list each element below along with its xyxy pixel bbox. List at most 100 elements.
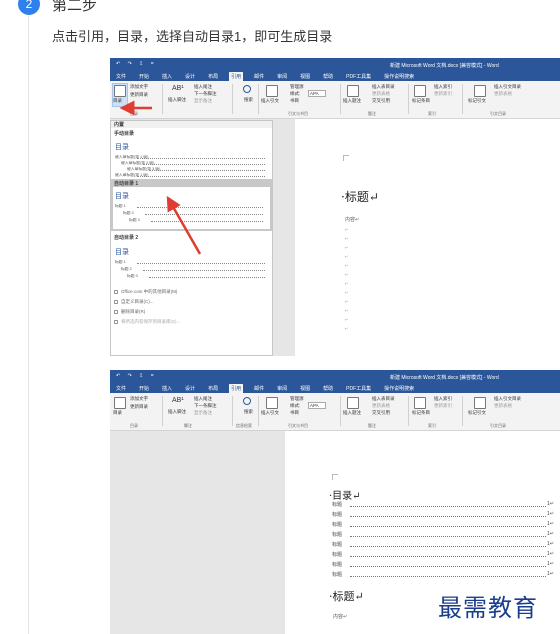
search-button[interactable]: 搜索	[244, 409, 253, 415]
insert-caption-button[interactable]: 插入题注	[343, 410, 361, 416]
style-select[interactable]: APA	[308, 402, 326, 409]
toc-option-auto-2[interactable]: 自动目录 2 目录 标题 1 标题 2 标题 3	[111, 233, 272, 285]
toc-entry-page: 1↵	[547, 541, 554, 547]
generated-toc-entry[interactable]: 标题 1↵	[332, 561, 554, 569]
tab-view[interactable]: 视图	[298, 72, 312, 81]
toc-option-manual[interactable]: 手动目录 目录 键入章标题(第 1 级) 键入章标题(第 2 级) 键入章标题(…	[111, 129, 272, 181]
bibliography-button[interactable]: 书目	[290, 98, 299, 104]
generated-toc-entry[interactable]: 标题 1↵	[332, 571, 554, 579]
tab-mailings[interactable]: 邮件	[252, 72, 266, 81]
quick-access-toolbar[interactable]: ↶ ↷ ⇩ =	[116, 61, 157, 67]
tab-review[interactable]: 审阅	[275, 384, 289, 393]
mark-citation-button[interactable]: 标记引文	[468, 410, 486, 416]
update-index-button[interactable]: 更新索引	[434, 403, 452, 409]
quick-access-toolbar-2[interactable]: ↶ ↷ ⇩ =	[116, 373, 157, 379]
search-icon	[243, 397, 251, 405]
generated-toc-entry[interactable]: 标题 1↵	[332, 521, 554, 529]
group-label-captions: 题注	[368, 111, 376, 116]
tab-references[interactable]: 引用	[229, 71, 244, 81]
mark-entry-button[interactable]: 标记条目	[412, 410, 430, 416]
generated-toc-entry[interactable]: 标题 1↵	[332, 551, 554, 559]
update-index-button[interactable]: 更新索引	[434, 91, 452, 97]
insert-table-of-authorities-button[interactable]: 插入引文目录	[494, 84, 521, 90]
tab-review[interactable]: 审阅	[275, 72, 289, 81]
cross-reference-button[interactable]: 交叉引用	[372, 410, 390, 416]
update-table-button-3[interactable]: 更新表格	[494, 403, 512, 409]
generated-toc-entry[interactable]: 标题 1↵	[332, 501, 554, 509]
manage-sources-button[interactable]: 管理源	[290, 84, 304, 90]
generated-toc-entry[interactable]: 标题 1↵	[332, 511, 554, 519]
tab-insert[interactable]: 插入	[160, 72, 174, 81]
cross-reference-button[interactable]: 交叉引用	[372, 98, 390, 104]
tab-home[interactable]: 开始	[137, 384, 151, 393]
tab-file[interactable]: 文件	[114, 72, 128, 81]
update-table-button-2[interactable]: 更新表格	[372, 403, 390, 409]
toc-preview-line: 键入章标题(第 1 级)	[115, 155, 268, 160]
generated-toc-entry[interactable]: 标题 1↵	[332, 541, 554, 549]
manage-sources-button[interactable]: 管理源	[290, 396, 304, 402]
insert-endnote-button[interactable]: 插入尾注	[194, 84, 212, 90]
remove-toc-item[interactable]: 删除目录(R)	[114, 309, 145, 316]
tab-pdf-tools[interactable]: PDF工具集	[344, 72, 373, 81]
insert-table-of-authorities-button[interactable]: 插入引文目录	[494, 396, 521, 402]
insert-citation-button[interactable]: 插入引文	[261, 410, 279, 416]
update-table-button[interactable]: 更新目录	[130, 92, 148, 98]
insert-caption-button[interactable]: 插入题注	[343, 98, 361, 104]
tell-me-search[interactable]: 操作说明搜索	[382, 72, 416, 81]
toc-option-auto-1-label: 自动目录 1	[114, 181, 139, 187]
add-text-button[interactable]: 添加文字	[130, 84, 148, 90]
tell-me-search[interactable]: 操作说明搜索	[382, 384, 416, 393]
bibliography-button[interactable]: 书目	[290, 410, 299, 416]
show-notes-button[interactable]: 显示备注	[194, 98, 212, 104]
tab-help[interactable]: 帮助	[321, 72, 335, 81]
toc-dropdown-menu: 内置 手动目录 目录 键入章标题(第 1 级) 键入章标题(第 2 级) 键入章…	[110, 120, 273, 356]
save-selection-icon	[114, 319, 118, 324]
toc-button[interactable]: 目录	[113, 410, 122, 416]
toc-entry-page: 1↵	[547, 501, 554, 507]
tab-help[interactable]: 帮助	[321, 384, 335, 393]
tab-layout[interactable]: 布局	[206, 72, 220, 81]
style-select[interactable]: APA	[308, 90, 326, 97]
insert-footnote-button[interactable]: 插入脚注	[168, 409, 186, 415]
search-button[interactable]: 搜索	[244, 97, 253, 103]
toc-entry-label: 标题	[332, 532, 343, 538]
toc-button[interactable]: 目录	[113, 98, 122, 104]
tab-file[interactable]: 文件	[114, 384, 128, 393]
toc-option-auto-1[interactable]: 自动目录 1 目录 标题 1 标题 2 标题 3	[111, 179, 272, 231]
tab-design[interactable]: 设计	[183, 384, 197, 393]
tab-layout[interactable]: 布局	[206, 384, 220, 393]
next-footnote-button[interactable]: 下一条脚注	[194, 91, 217, 97]
show-notes-button[interactable]: 显示备注	[194, 410, 212, 416]
insert-table-of-figures-button[interactable]: 插入表目录	[372, 396, 395, 402]
insert-index-button[interactable]: 插入索引	[434, 84, 452, 90]
footnote-icon: AB¹	[172, 397, 184, 404]
custom-toc-item[interactable]: 自定义目录(C)...	[114, 299, 154, 306]
margin-mark-2	[332, 474, 338, 480]
insert-index-button[interactable]: 插入索引	[434, 396, 452, 402]
mark-citation-button[interactable]: 标记引文	[468, 98, 486, 104]
add-text-button[interactable]: 添加文字	[130, 396, 148, 402]
custom-toc-label: 自定义目录(C)...	[121, 299, 154, 304]
tab-design[interactable]: 设计	[183, 72, 197, 81]
save-selection-item[interactable]: 将所选内容保存到目录库(S)...	[114, 319, 180, 326]
more-online-tocs-item[interactable]: Office.com 中的其他目录(M)	[114, 289, 177, 296]
group-label-index: 索引	[428, 111, 436, 116]
insert-citation-button[interactable]: 插入引文	[261, 98, 279, 104]
insert-footnote-button[interactable]: 插入脚注	[168, 97, 186, 103]
update-table-button[interactable]: 更新目录	[130, 404, 148, 410]
tab-home[interactable]: 开始	[137, 72, 151, 81]
document-page[interactable]: ·标题↵ 内容↵ ↵ ↵ ↵ ↵ ↵ ↵ ↵ ↵ ↵ ↵ ↵ ↵	[295, 119, 560, 356]
update-table-button-3[interactable]: 更新表格	[494, 91, 512, 97]
insert-table-of-figures-button[interactable]: 插入表目录	[372, 84, 395, 90]
generated-toc-entry[interactable]: 标题 1↵	[332, 531, 554, 539]
tab-view[interactable]: 视图	[298, 384, 312, 393]
mark-entry-button[interactable]: 标记条目	[412, 98, 430, 104]
remove-toc-icon	[114, 309, 118, 314]
insert-endnote-button[interactable]: 插入尾注	[194, 396, 212, 402]
next-footnote-button[interactable]: 下一条脚注	[194, 403, 217, 409]
tab-references[interactable]: 引用	[229, 383, 244, 393]
tab-pdf-tools[interactable]: PDF工具集	[344, 384, 373, 393]
tab-mailings[interactable]: 邮件	[252, 384, 266, 393]
update-table-button-2[interactable]: 更新表格	[372, 91, 390, 97]
tab-insert[interactable]: 插入	[160, 384, 174, 393]
